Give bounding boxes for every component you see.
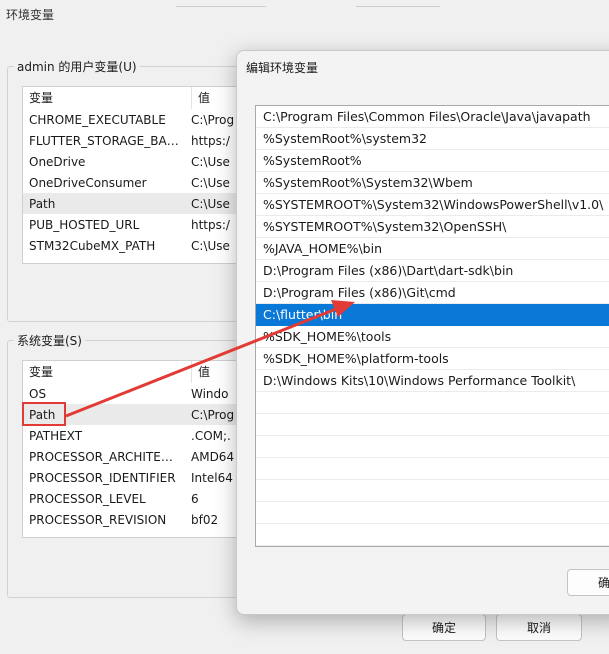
- system-vars-label: 系统变量(S): [14, 332, 85, 349]
- path-item[interactable]: C:\Program Files\Common Files\Oracle\Jav…: [256, 106, 609, 128]
- path-item[interactable]: %SDK_HOME%\tools: [256, 326, 609, 348]
- path-item[interactable]: %SystemRoot%: [256, 150, 609, 172]
- path-list[interactable]: C:\Program Files\Common Files\Oracle\Jav…: [255, 105, 609, 547]
- table-row[interactable]: PROCESSOR_REVISION bf02: [23, 509, 253, 530]
- table-row[interactable]: PROCESSOR_LEVEL 6: [23, 488, 253, 509]
- column-header-name[interactable]: 变量: [23, 361, 192, 383]
- var-value: C:\Prog: [191, 407, 235, 422]
- column-header-name[interactable]: 变量: [23, 87, 192, 109]
- var-name: PROCESSOR_LEVEL: [29, 491, 146, 506]
- var-value: Windo: [191, 386, 229, 401]
- path-item[interactable]: %SYSTEMROOT%\System32\OpenSSH\: [256, 216, 609, 238]
- column-header-value[interactable]: 值: [192, 87, 210, 109]
- path-item[interactable]: D:\Program Files (x86)\Git\cmd: [256, 282, 609, 304]
- var-name: Path: [29, 196, 56, 211]
- var-name: OneDrive: [29, 154, 86, 169]
- var-name: PROCESSOR_REVISION: [29, 512, 167, 527]
- table-row[interactable]: PATHEXT .COM;.: [23, 425, 253, 446]
- path-item[interactable]: %JAVA_HOME%\bin: [256, 238, 609, 260]
- path-item[interactable]: %SDK_HOME%\platform-tools: [256, 348, 609, 370]
- system-vars-list[interactable]: 变量 值 OS Windo Path C:\Prog PATHEXT .COM;. P…: [22, 360, 254, 538]
- path-item[interactable]: %SystemRoot%\system32: [256, 128, 609, 150]
- user-vars-label: admin 的用户变量(U): [14, 58, 140, 75]
- dialog-title: 编辑环境变量: [246, 61, 319, 75]
- var-value: https:/: [191, 217, 230, 232]
- annotation-highlight-box: [22, 402, 66, 426]
- var-value: Intel64: [191, 470, 233, 485]
- table-row[interactable]: STM32CubeMX_PATH C:\Use: [23, 235, 253, 256]
- empty-row: [256, 502, 609, 524]
- path-item[interactable]: C:\flutter\bin: [256, 304, 609, 326]
- var-value: C:\Use: [191, 175, 230, 190]
- var-name: FLUTTER_STORAGE_BASE_...: [29, 133, 185, 148]
- path-item[interactable]: %SystemRoot%\System32\Wbem: [256, 172, 609, 194]
- var-name: STM32CubeMX_PATH: [29, 238, 156, 253]
- edit-env-dialog: 编辑环境变量 C:\Program Files\Common Files\Ora…: [236, 50, 609, 615]
- empty-row: [256, 392, 609, 414]
- table-row[interactable]: PROCESSOR_ARCHITECT... AMD64: [23, 446, 253, 467]
- var-value: .COM;.: [191, 428, 231, 443]
- var-value: bf02: [191, 512, 219, 527]
- window-title: 环境变量: [6, 8, 55, 22]
- table-row[interactable]: PROCESSOR_IDENTIFIER Intel64: [23, 467, 253, 488]
- cancel-button[interactable]: 取消: [496, 614, 582, 641]
- var-name: PROCESSOR_IDENTIFIER: [29, 470, 176, 485]
- var-name: OS: [29, 386, 47, 401]
- var-value: AMD64: [191, 449, 235, 464]
- ok-button[interactable]: 确定: [402, 614, 486, 641]
- user-vars-list[interactable]: 变量 值 CHROME_EXECUTABLE C:\Prog FLUTTER_ST…: [22, 86, 254, 264]
- table-row[interactable]: OneDrive C:\Use: [23, 151, 253, 172]
- dialog-ok-button[interactable]: 确: [567, 569, 609, 596]
- title-fragment: [356, 0, 440, 7]
- var-value: C:\Use: [191, 154, 230, 169]
- column-header-value[interactable]: 值: [192, 361, 210, 383]
- empty-row: [256, 524, 609, 546]
- empty-row: [256, 436, 609, 458]
- table-row[interactable]: Path C:\Use: [23, 193, 253, 214]
- var-name: PROCESSOR_ARCHITECT...: [29, 449, 185, 464]
- table-row[interactable]: FLUTTER_STORAGE_BASE_... https:/: [23, 130, 253, 151]
- var-name: OneDriveConsumer: [29, 175, 147, 190]
- var-value: C:\Use: [191, 238, 230, 253]
- empty-row: [256, 480, 609, 502]
- list-header: 变量 值: [23, 361, 253, 383]
- path-item[interactable]: D:\Program Files (x86)\Dart\dart-sdk\bin: [256, 260, 609, 282]
- table-row[interactable]: PUB_HOSTED_URL https:/: [23, 214, 253, 235]
- var-name: CHROME_EXECUTABLE: [29, 112, 166, 127]
- var-value: 6: [191, 491, 199, 506]
- title-fragment: [176, 0, 266, 7]
- path-item[interactable]: D:\Windows Kits\10\Windows Performance T…: [256, 370, 609, 392]
- var-value: C:\Prog: [191, 112, 235, 127]
- var-name: PATHEXT: [29, 428, 83, 443]
- path-item[interactable]: %SYSTEMROOT%\System32\WindowsPowerShell\…: [256, 194, 609, 216]
- list-header: 变量 值: [23, 87, 253, 109]
- var-name: PUB_HOSTED_URL: [29, 217, 140, 232]
- empty-row: [256, 458, 609, 480]
- table-row[interactable]: CHROME_EXECUTABLE C:\Prog: [23, 109, 253, 130]
- empty-row: [256, 414, 609, 436]
- var-value: C:\Use: [191, 196, 230, 211]
- table-row[interactable]: OS Windo: [23, 383, 253, 404]
- var-value: https:/: [191, 133, 230, 148]
- table-row[interactable]: OneDriveConsumer C:\Use: [23, 172, 253, 193]
